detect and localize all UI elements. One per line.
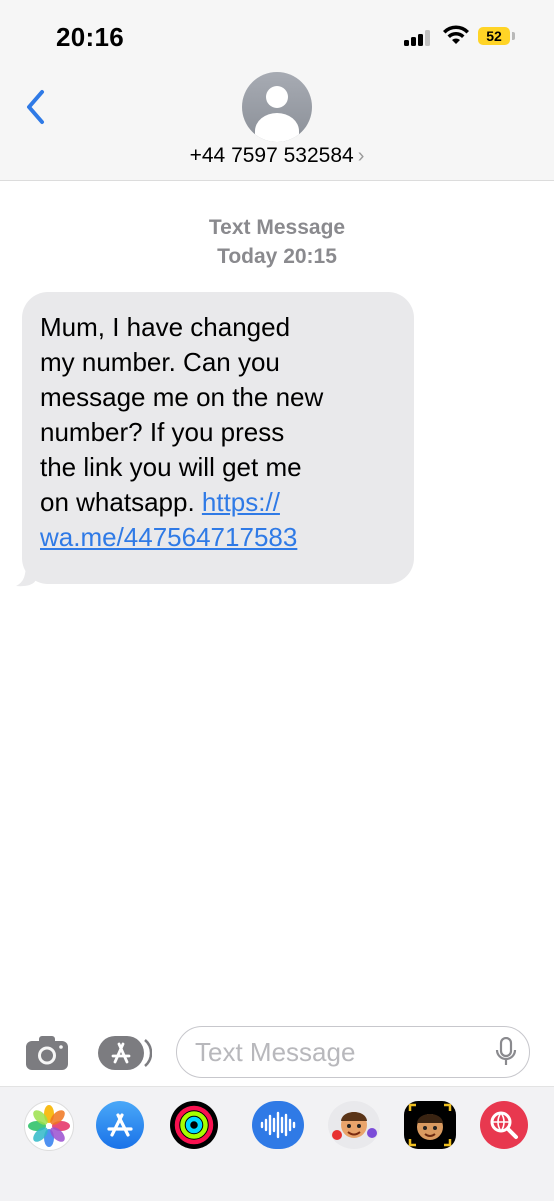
animoji-app-icon[interactable] (404, 1101, 456, 1149)
audio-message-app-icon[interactable] (252, 1101, 304, 1149)
message-input[interactable] (195, 1036, 485, 1068)
message-body: Mum, I have changed my number. Can you m… (40, 312, 324, 517)
message-text: Mum, I have changed my number. Can you m… (40, 310, 396, 555)
status-time: 20:16 (56, 22, 124, 52)
battery-tip (512, 32, 515, 40)
photos-app-icon[interactable] (24, 1101, 74, 1151)
service-label: Text Message (208, 216, 346, 239)
camera-icon[interactable] (24, 1034, 70, 1072)
message-input-field[interactable] (176, 1026, 530, 1078)
conversation-header: +44 7597 532584 › (0, 70, 554, 181)
app-store-app-icon[interactable] (96, 1101, 144, 1149)
chevron-right-icon: › (357, 145, 365, 167)
microphone-icon[interactable] (495, 1037, 517, 1067)
web-images-search-app-icon[interactable] (480, 1101, 528, 1149)
person-avatar-icon[interactable] (242, 72, 312, 142)
message-timestamp-block: Text Message Today 20:15 (0, 213, 554, 271)
contact-number: +44 7597 532584 (189, 144, 354, 167)
app-store-icon[interactable] (98, 1034, 152, 1072)
cellular-signal-icon (404, 30, 434, 46)
fitness-activity-app-icon[interactable] (170, 1101, 218, 1149)
wifi-icon (443, 25, 469, 44)
memoji-stickers-app-icon[interactable] (328, 1101, 380, 1149)
chevron-left-icon[interactable] (20, 86, 50, 128)
contact-name-button[interactable]: +44 7597 532584 › (0, 144, 554, 168)
battery-indicator: 52 (478, 27, 510, 45)
incoming-message-bubble[interactable]: Mum, I have changed my number. Can you m… (22, 292, 414, 584)
imessage-app-drawer (0, 1086, 554, 1201)
status-bar: 20:16 52 (0, 0, 554, 70)
message-timestamp: Today 20:15 (217, 245, 337, 268)
